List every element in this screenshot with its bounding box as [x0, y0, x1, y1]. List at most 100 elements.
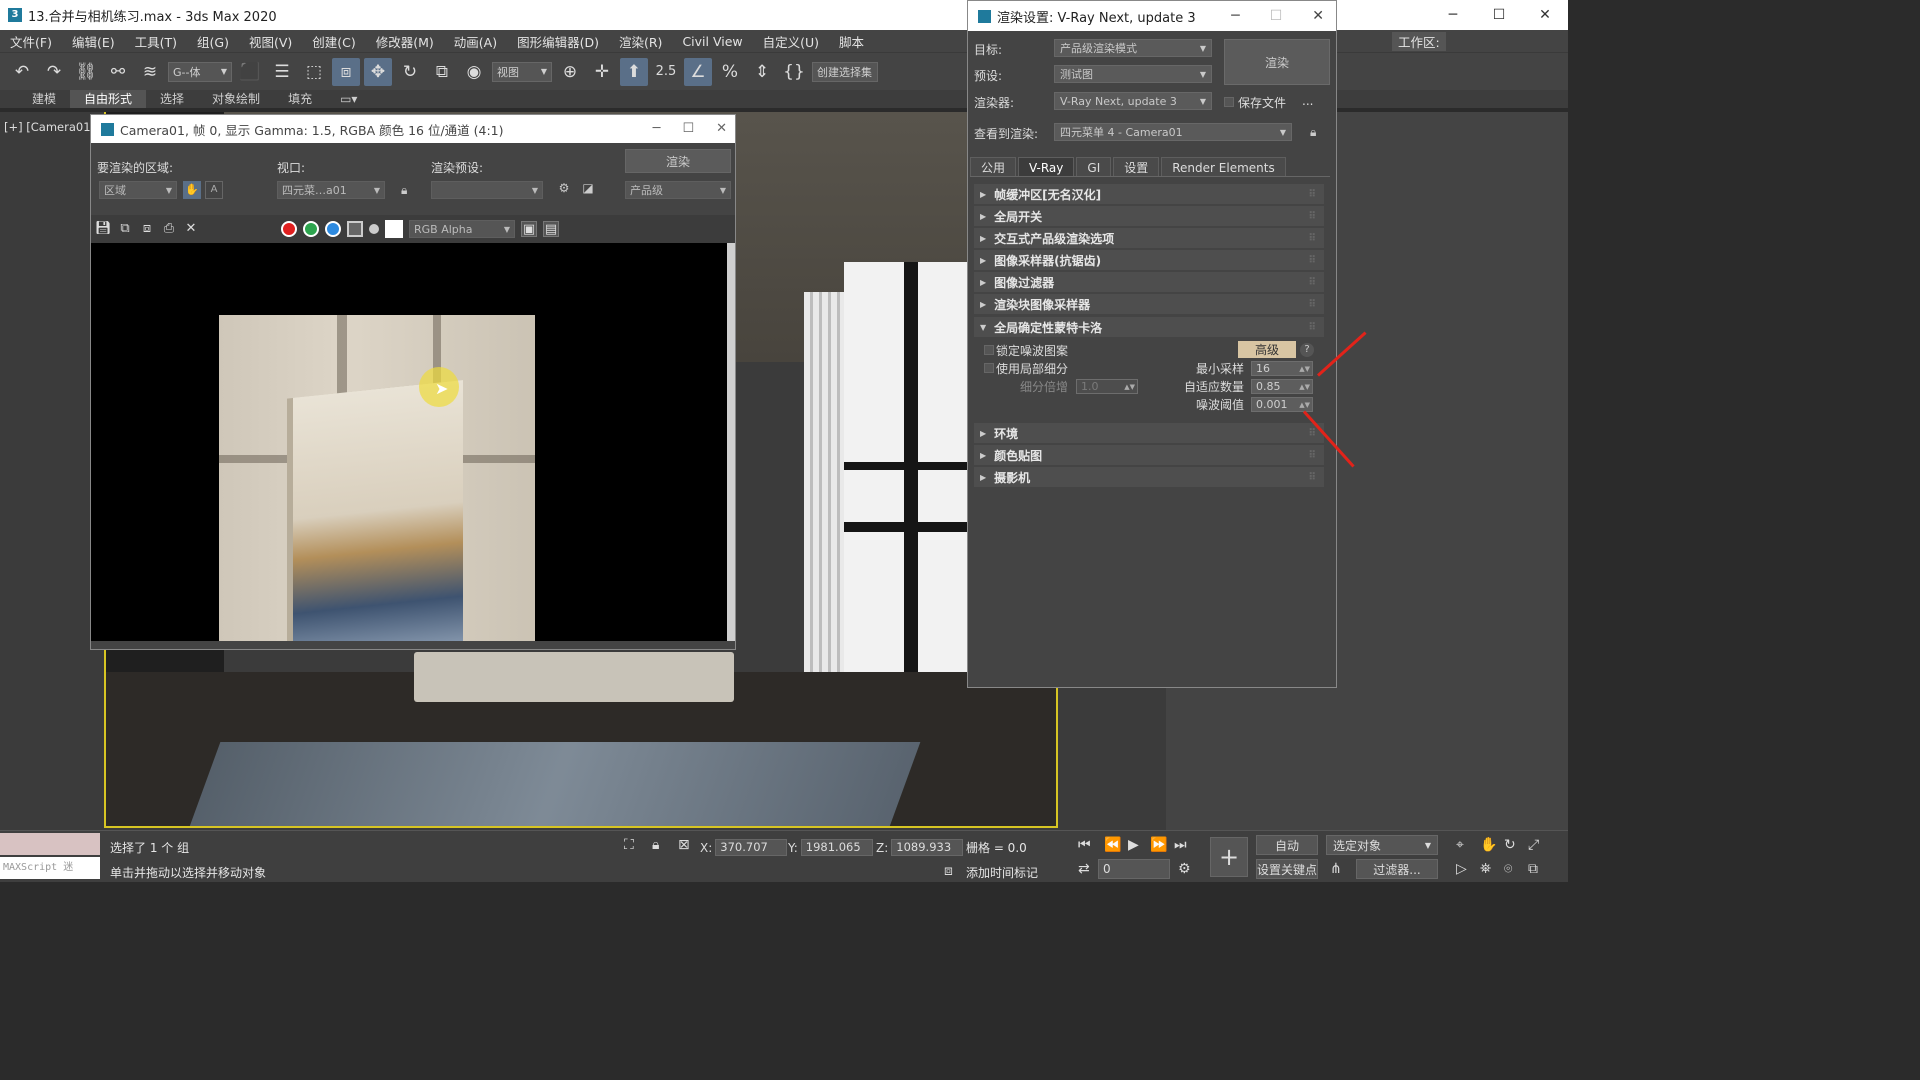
ribbon-tab-modeling[interactable]: 建模	[18, 90, 70, 108]
unlink-icon[interactable]: ⚯	[104, 58, 132, 86]
red-channel-toggle[interactable]	[281, 221, 297, 237]
render-setup-title-bar[interactable]: 渲染设置: V-Ray Next, update 3 ─ ☐ ✕	[968, 1, 1336, 31]
menu-view[interactable]: 视图(V)	[239, 32, 302, 51]
vertical-scrollbar[interactable]	[727, 243, 735, 641]
menu-modifiers[interactable]: 修改器(M)	[366, 32, 444, 51]
bind-spacewarp-icon[interactable]: ≋	[136, 58, 164, 86]
scale-icon[interactable]: ⧉	[428, 58, 456, 86]
toggle-ui-icon[interactable]: ▤	[543, 221, 559, 237]
menu-animation[interactable]: 动画(A)	[444, 32, 507, 51]
tab-gi[interactable]: GI	[1076, 157, 1112, 176]
tab-common[interactable]: 公用	[970, 157, 1017, 176]
rollout-image-sampler[interactable]: ▶ 图像采样器(抗锯齿) ⠿	[974, 250, 1324, 270]
render-button[interactable]: 渲染	[1224, 39, 1330, 85]
rollout-ipr-options[interactable]: ▶ 交互式产品级渲染选项 ⠿	[974, 228, 1324, 248]
angle-snap-icon[interactable]: ∠	[684, 57, 712, 86]
tab-render-elements[interactable]: Render Elements	[1161, 157, 1286, 176]
key-filter-dropdown[interactable]: 选定对象 ▼	[1326, 835, 1438, 855]
select-by-name-icon[interactable]: ☰	[268, 58, 296, 86]
clear-icon[interactable]: ✕	[183, 221, 199, 237]
dolly-icon[interactable]: ⌾	[1504, 861, 1512, 877]
lock-icon[interactable]: 🔒︎	[401, 183, 407, 198]
close-icon[interactable]: ✕	[1522, 0, 1568, 30]
menu-file[interactable]: 文件(F)	[0, 32, 62, 51]
tab-vray[interactable]: V-Ray	[1018, 157, 1075, 176]
x-field[interactable]: 370.707	[715, 839, 788, 856]
rollout-global-dmc[interactable]: ▼ 全局确定性蒙特卡洛 ⠿	[974, 317, 1324, 337]
menu-scripting[interactable]: 脚本	[829, 32, 874, 51]
environment-icon[interactable]: ◪	[579, 181, 597, 199]
move-icon[interactable]: ✥	[364, 57, 392, 86]
maxscript-mini-listener[interactable]: MAXScript 迷	[0, 857, 100, 879]
save-image-icon[interactable]: 💾︎	[95, 221, 112, 237]
ribbon-tab-object-paint[interactable]: 对象绘制	[198, 90, 274, 108]
percent-snap-icon[interactable]: %	[716, 58, 744, 86]
next-frame-icon[interactable]: ⏩	[1150, 837, 1167, 853]
undo-icon[interactable]: ↶	[8, 58, 36, 86]
menu-rendering[interactable]: 渲染(R)	[609, 32, 672, 51]
minimize-icon[interactable]: ─	[653, 115, 661, 143]
green-channel-toggle[interactable]	[303, 221, 319, 237]
viewport-label[interactable]: [+] [Camera01]	[4, 120, 95, 134]
clone-frame-icon[interactable]: ⧈	[139, 221, 155, 237]
add-time-tag[interactable]: 添加时间标记	[966, 864, 1038, 881]
area-to-render-dropdown[interactable]: 区域 ▼	[99, 181, 177, 199]
rollout-bucket-sampler[interactable]: ▶ 渲染块图像采样器 ⠿	[974, 294, 1324, 314]
auto-region-icon[interactable]: A	[205, 181, 223, 199]
adaptive-amount-spinner[interactable]: 0.85 ▲▼	[1251, 379, 1313, 394]
render-button[interactable]: 渲染	[625, 149, 731, 173]
copy-image-icon[interactable]: ⧉	[117, 221, 133, 237]
menu-create[interactable]: 创建(C)	[302, 32, 365, 51]
keyboard-shortcut-icon[interactable]: ⬆	[620, 57, 648, 86]
alpha-channel-toggle[interactable]	[347, 221, 363, 237]
menu-edit[interactable]: 编辑(E)	[62, 32, 125, 51]
time-tag-icon[interactable]: ⧈	[944, 863, 953, 879]
previous-frame-icon[interactable]: ⏪	[1104, 837, 1121, 853]
view-to-render-dropdown[interactable]: 四元菜单 4 - Camera01 ▼	[1054, 123, 1292, 141]
edit-region-icon[interactable]: ✋	[183, 181, 201, 199]
orbit-icon[interactable]: ↻	[1504, 837, 1516, 853]
redo-icon[interactable]: ↷	[40, 58, 68, 86]
absolute-mode-icon[interactable]: ⊠	[678, 837, 690, 853]
production-level-dropdown[interactable]: 产品级 ▼	[625, 181, 731, 199]
isolate-selection-icon[interactable]: ⛶	[624, 837, 634, 853]
maximize-toggle-icon[interactable]: ⧉	[1528, 861, 1538, 877]
link-icon[interactable]: ⛓	[72, 58, 100, 86]
menu-graph-editors[interactable]: 图形编辑器(D)	[507, 32, 609, 51]
z-field[interactable]: 1089.933	[891, 839, 964, 856]
render-preset-dropdown[interactable]: ▼	[431, 181, 543, 199]
print-icon[interactable]: ⎙	[161, 221, 177, 237]
filters-button[interactable]: 过滤器...	[1356, 859, 1438, 879]
maximize-icon[interactable]: ☐	[1270, 1, 1283, 31]
go-to-end-icon[interactable]: ⏭	[1174, 837, 1187, 853]
lock-icon[interactable]: 🔒︎	[652, 837, 659, 853]
select-manipulate-icon[interactable]: ✛	[588, 58, 616, 86]
advanced-mode-button[interactable]: 高级	[1238, 341, 1296, 358]
tab-settings[interactable]: 设置	[1113, 157, 1160, 176]
workspace-label[interactable]: 工作区:	[1392, 31, 1446, 51]
create-selection-set-dropdown[interactable]: 创建选择集	[812, 61, 878, 82]
use-local-subdivs-checkbox[interactable]	[984, 363, 994, 373]
set-key-icon[interactable]: +	[1210, 837, 1248, 877]
edit-named-selection-icon[interactable]: {}	[780, 58, 808, 86]
rollout-camera[interactable]: ▶ 摄影机 ⠿	[974, 467, 1324, 487]
snap-toggle-icon[interactable]: 2.5	[652, 58, 680, 86]
rollout-global-switches[interactable]: ▶ 全局开关 ⠿	[974, 206, 1324, 226]
pan-icon[interactable]: ✋	[1480, 837, 1497, 853]
save-file-browse[interactable]: ...	[1302, 94, 1313, 108]
help-icon[interactable]: ?	[1300, 343, 1314, 357]
frame-buffer-title-bar[interactable]: Camera01, 帧 0, 显示 Gamma: 1.5, RGBA 颜色 16…	[91, 115, 735, 143]
renderer-dropdown[interactable]: V-Ray Next, update 3 ▼	[1054, 92, 1212, 110]
current-frame-field[interactable]: 0	[1098, 859, 1170, 879]
spinner-snap-icon[interactable]: ⇕	[748, 58, 776, 86]
minimize-icon[interactable]: ─	[1231, 1, 1239, 31]
go-to-start-icon[interactable]: ⏮	[1078, 837, 1091, 853]
maximize-icon[interactable]: ☐	[682, 115, 694, 143]
window-crossing-icon[interactable]: ⧈	[332, 57, 360, 86]
target-dropdown[interactable]: 产品级渲染模式 ▼	[1054, 39, 1212, 57]
render-setup-icon[interactable]: ⚙	[555, 181, 573, 199]
place-icon[interactable]: ◉	[460, 58, 488, 86]
zoom-icon[interactable]: ⌖	[1456, 837, 1464, 853]
rect-selection-icon[interactable]: ⬚	[300, 58, 328, 86]
auto-key-button[interactable]: 自动	[1256, 835, 1318, 855]
